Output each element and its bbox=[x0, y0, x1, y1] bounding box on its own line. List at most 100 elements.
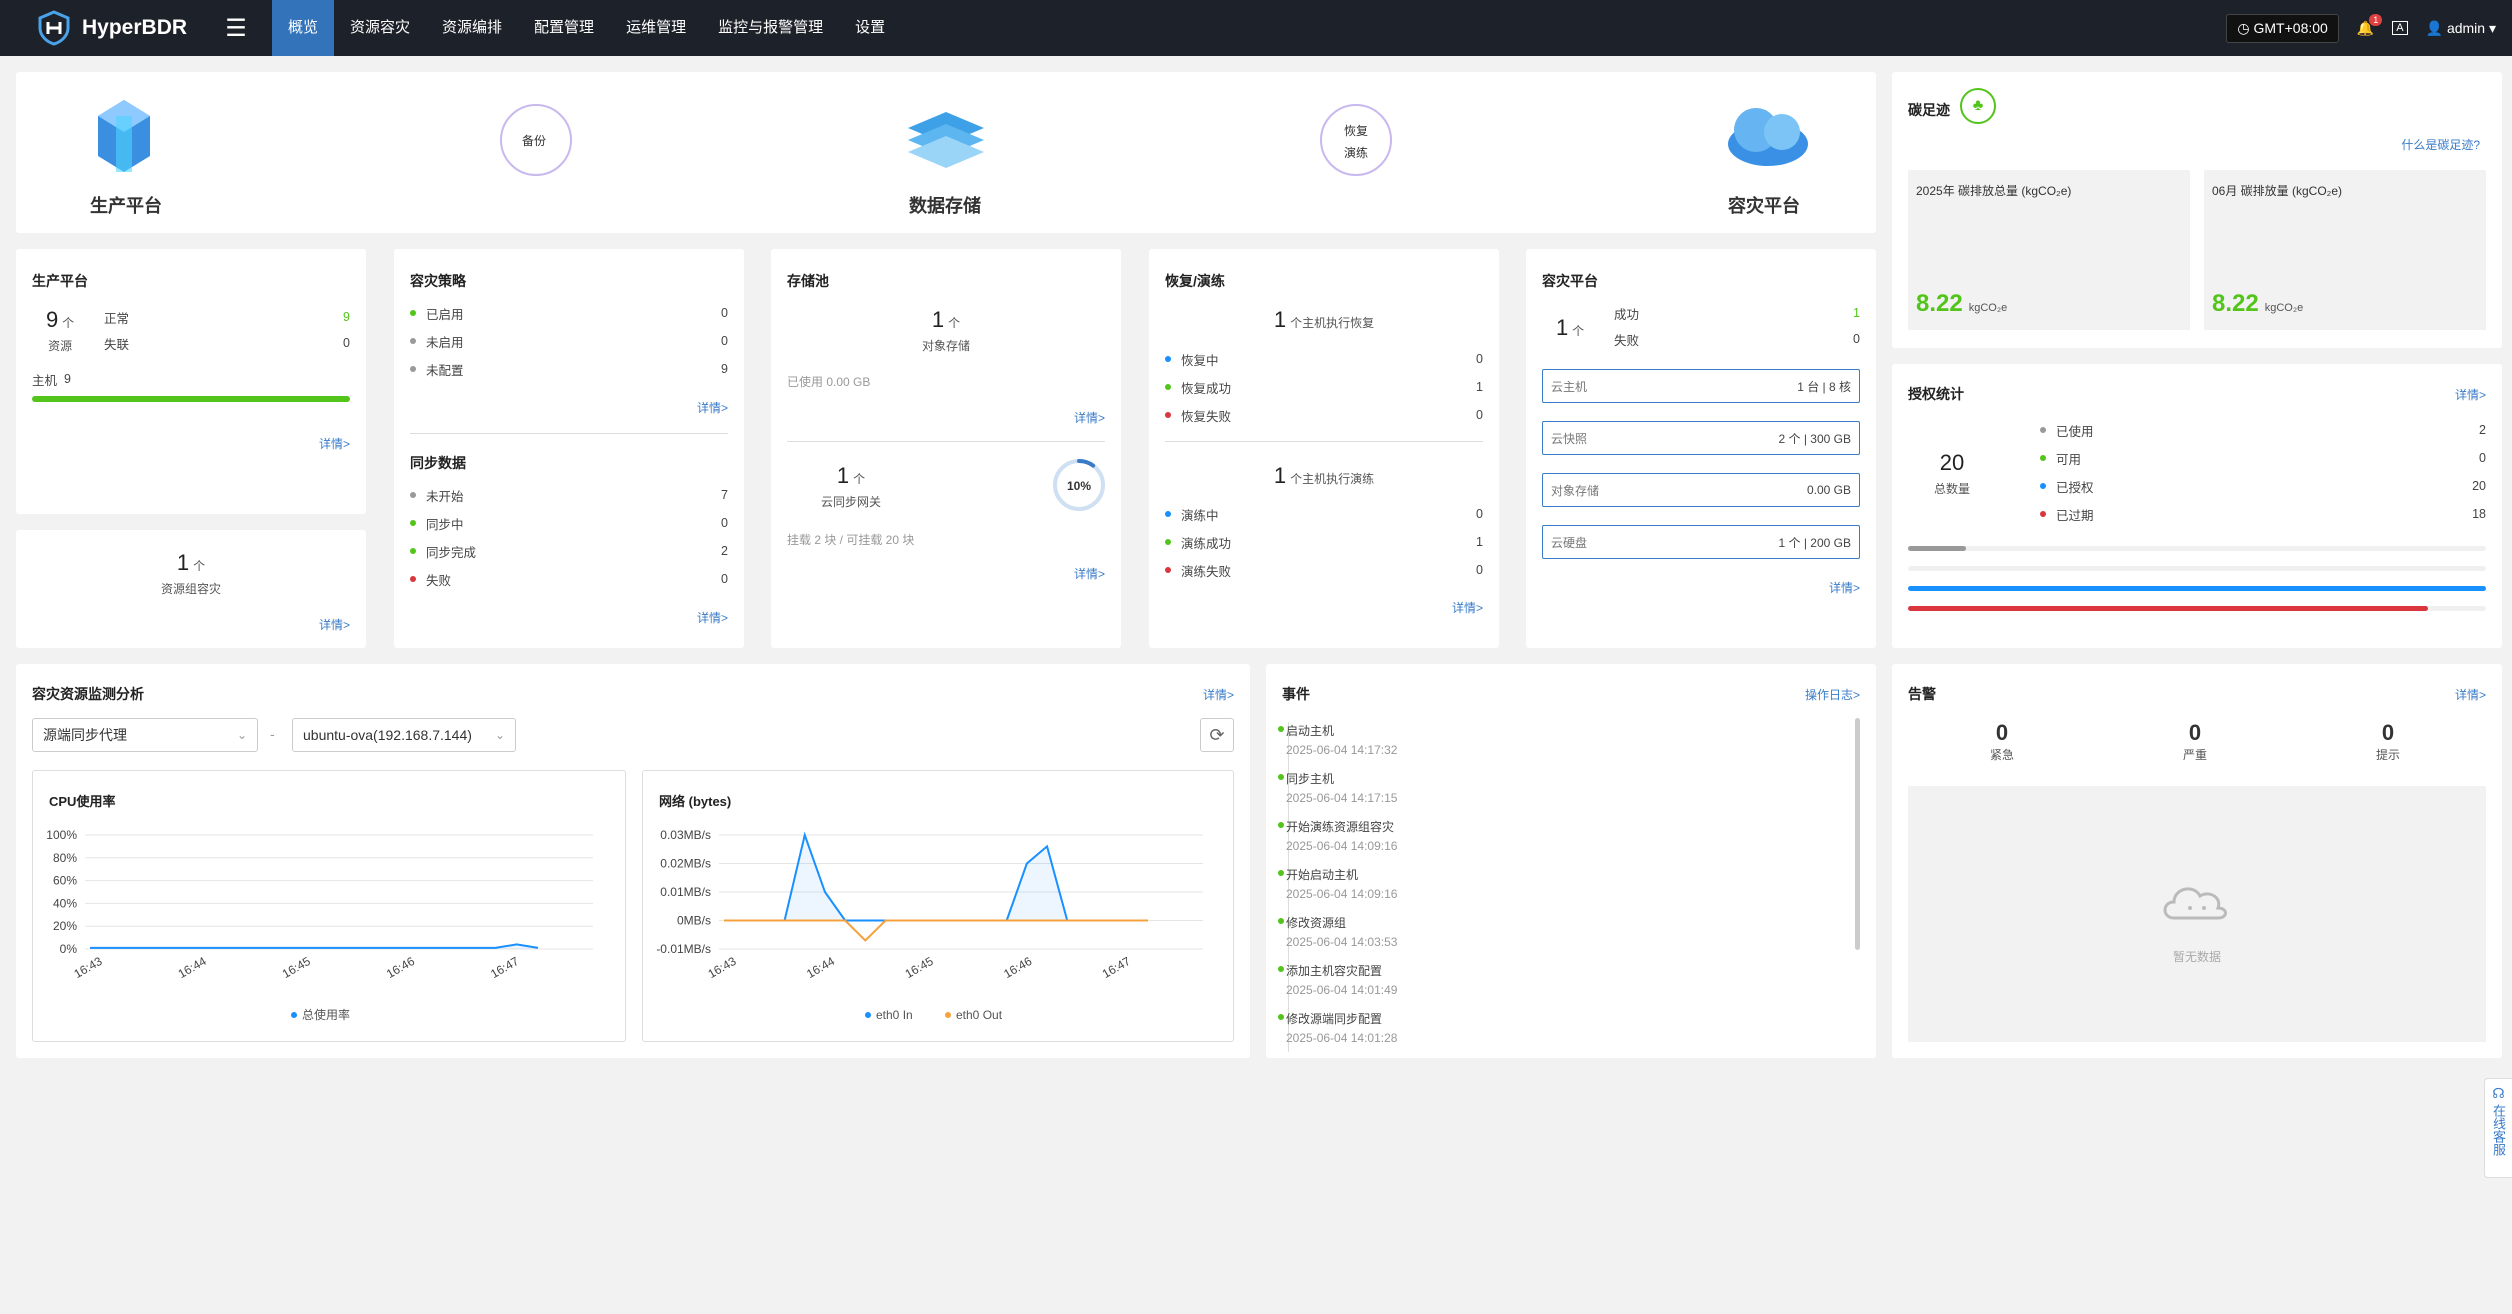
production-host-row: 主机 9 bbox=[32, 372, 71, 388]
carbon-help-link[interactable]: 什么是碳足迹? bbox=[2401, 136, 2480, 153]
resource-group-detail-link[interactable]: 详情> bbox=[319, 616, 350, 633]
gateway-label: 云同步网关 bbox=[820, 495, 881, 509]
sync-detail-link[interactable]: 详情> bbox=[697, 609, 728, 626]
x-tick-label: 16:43 bbox=[705, 954, 738, 981]
nav-settings[interactable]: 设置 bbox=[839, 0, 901, 56]
license-detail-link[interactable]: 详情> bbox=[2455, 386, 2486, 403]
gateway-progress-ring: 10% bbox=[1053, 459, 1105, 511]
drill-row: 演练中 0 bbox=[1165, 504, 1483, 524]
brand-name: HyperBDR bbox=[82, 16, 188, 39]
event-time: 2025-06-04 14:09:16 bbox=[1286, 887, 1398, 901]
monitor-card: 容灾资源监测分析 详情> 源端同步代理 ⌄ - ubuntu-ova(192.16… bbox=[16, 664, 1250, 1058]
nav-ops[interactable]: 运维管理 bbox=[610, 0, 702, 56]
event-item[interactable]: 开始启动主机 2025-06-04 14:09:16 bbox=[1277, 866, 1398, 901]
nav-config[interactable]: 配置管理 bbox=[518, 0, 610, 56]
event-item[interactable]: 修改资源组 2025-06-04 14:03:53 bbox=[1277, 914, 1397, 949]
brand-logo[interactable]: HyperBDR bbox=[36, 10, 216, 46]
license-authorized-bar-track bbox=[1908, 586, 2486, 591]
y-tick-label: 0.02MB/s bbox=[660, 857, 711, 871]
cpu-chart-panel: CPU使用率 100% 80% 60% 40% 20% 0% 16:43 16:44 16:45… bbox=[32, 770, 626, 1042]
source-agent-select[interactable]: 源端同步代理 ⌄ bbox=[32, 718, 258, 752]
y-tick-label: 0.03MB/s bbox=[660, 828, 711, 842]
resource-group-card: 1 个 资源组容灾 详情> bbox=[16, 530, 366, 648]
y-tick-label: 0.01MB/s bbox=[660, 885, 711, 899]
dr-snapshot-box[interactable]: 云快照 2 个 | 300 GB bbox=[1542, 421, 1860, 455]
storage-count: 1 bbox=[931, 307, 945, 332]
y-tick-label: 0MB/s bbox=[677, 914, 711, 928]
series-line bbox=[724, 919, 1148, 942]
carbon-card: 碳足迹 ♣ 什么是碳足迹? 2025年 碳排放总量 (kgCO₂e) 8.22 … bbox=[1892, 72, 2502, 348]
user-menu[interactable]: 👤 admin ▾ bbox=[2426, 20, 2496, 37]
sync-row: 同步中 0 bbox=[410, 513, 728, 533]
bell-icon[interactable]: 🔔 1 bbox=[2357, 13, 2383, 37]
main-nav: 概览 资源容灾 资源编排 配置管理 运维管理 监控与报警管理 设置 bbox=[272, 0, 901, 56]
operation-log-link[interactable]: 操作日志> bbox=[1805, 686, 1860, 703]
menu-toggle-icon[interactable]: ☰ bbox=[216, 14, 256, 43]
empty-cloud-icon bbox=[2163, 887, 2227, 920]
headset-icon: ☊ bbox=[2492, 1085, 2505, 1101]
drill-count: 1 bbox=[1273, 463, 1287, 488]
flow-production-label: 生产平台 bbox=[90, 196, 162, 216]
nav-resource-dr[interactable]: 资源容灾 bbox=[334, 0, 426, 56]
dr-platform-title: 容灾平台 bbox=[1542, 273, 1598, 289]
policy-row: 已启用 0 bbox=[410, 303, 728, 323]
sync-title: 同步数据 bbox=[410, 455, 466, 471]
nav-monitor[interactable]: 监控与报警管理 bbox=[702, 0, 839, 56]
event-item[interactable]: 添加主机容灾配置 2025-06-04 14:01:49 bbox=[1277, 962, 1397, 997]
events-scrollbar[interactable] bbox=[1855, 718, 1860, 950]
host-select[interactable]: ubuntu-ova(192.168.7.144) ⌄ bbox=[292, 718, 516, 752]
carbon-month-unit: kgCO₂e bbox=[2264, 302, 2304, 314]
monitor-detail-link[interactable]: 详情> bbox=[1203, 686, 1234, 703]
license-card: 授权统计 详情> 20 总数量 已使用 2 可用 0 已授权 20 已过期 18 bbox=[1892, 364, 2502, 648]
divider bbox=[1165, 441, 1483, 442]
production-detail-link[interactable]: 详情> bbox=[319, 435, 350, 452]
flow-backup-label: 备份 bbox=[522, 134, 547, 148]
storage-detail-link[interactable]: 详情> bbox=[1074, 409, 1105, 426]
refresh-button[interactable]: ⟳ bbox=[1200, 718, 1234, 752]
storage-pool-card: 存储池 1 个 对象存储 已使用 0.00 GB 详情> 1 个 云同步网关 1… bbox=[771, 249, 1121, 648]
dr-disk-box[interactable]: 云硬盘 1 个 | 200 GB bbox=[1542, 525, 1860, 559]
recover-detail-link[interactable]: 详情> bbox=[1452, 599, 1483, 616]
license-row: 可用 0 bbox=[2040, 448, 2486, 468]
dr-ok-row: 成功 1 bbox=[1614, 306, 1860, 322]
y-tick-label: 60% bbox=[53, 874, 77, 888]
online-support-button[interactable]: ☊ 在线客服 bbox=[2484, 1078, 2512, 1178]
event-item[interactable]: 修改源端同步配置 2025-06-04 14:01:28 bbox=[1277, 1010, 1397, 1045]
dr-platform-detail-link[interactable]: 详情> bbox=[1829, 579, 1860, 596]
y-tick-label: 100% bbox=[46, 828, 77, 842]
y-tick-label: -0.01MB/s bbox=[656, 942, 711, 956]
production-card: 生产平台 9 个 资源 正常 9 失联 0 主机 9 详情> bbox=[16, 249, 366, 514]
production-host-bar bbox=[32, 396, 350, 402]
event-item[interactable]: 启动主机 2025-06-04 14:17:32 bbox=[1277, 722, 1397, 757]
legend-label: 总使用率 bbox=[302, 1007, 350, 1022]
x-tick-label: 16:47 bbox=[488, 954, 521, 981]
nav-overview[interactable]: 概览 bbox=[272, 0, 335, 56]
policy-detail-link[interactable]: 详情> bbox=[697, 399, 728, 416]
timezone-button[interactable]: ◷ GMT+08:00 bbox=[2226, 13, 2339, 43]
event-item[interactable]: 开始演练资源组容灾 2025-06-04 14:09:16 bbox=[1277, 818, 1398, 853]
dr-platform-cloud-icon bbox=[1728, 108, 1808, 166]
alarm-detail-link[interactable]: 详情> bbox=[2455, 686, 2486, 703]
flow-banner: 生产平台 备份 数据存储 恢复 演练 容灾平台 bbox=[16, 72, 1876, 233]
event-item[interactable]: 同步主机 2025-06-04 14:17:15 bbox=[1277, 770, 1397, 805]
gateway-detail-link[interactable]: 详情> bbox=[1074, 565, 1105, 582]
carbon-year-value: 8.22 bbox=[1916, 290, 1963, 317]
divider bbox=[787, 441, 1105, 442]
nav-orchestration[interactable]: 资源编排 bbox=[426, 0, 518, 56]
drill-row: 演练成功 1 bbox=[1165, 532, 1483, 552]
dr-vm-box[interactable]: 云主机 1 台 | 8 核 bbox=[1542, 369, 1860, 403]
y-tick-label: 0% bbox=[60, 942, 78, 956]
event-time: 2025-06-04 14:09:16 bbox=[1286, 839, 1398, 853]
carbon-year-box: 2025年 碳排放总量 (kgCO₂e) 8.22 kgCO₂e bbox=[1908, 170, 2190, 330]
dr-object-storage-box[interactable]: 对象存储 0.00 GB bbox=[1542, 473, 1860, 507]
alarm-info: 0 提示 bbox=[2375, 720, 2400, 762]
production-lost-row: 失联 0 bbox=[104, 336, 350, 352]
series-line bbox=[90, 943, 539, 949]
production-platform-icon bbox=[98, 100, 150, 172]
license-row: 已过期 18 bbox=[2040, 504, 2486, 524]
flow-recover-label: 恢复 bbox=[1344, 124, 1369, 138]
language-icon[interactable]: A bbox=[2392, 21, 2408, 35]
license-used-bar bbox=[1908, 546, 1966, 551]
x-tick-label: 16:45 bbox=[903, 954, 936, 981]
legend-dot bbox=[865, 1012, 871, 1018]
